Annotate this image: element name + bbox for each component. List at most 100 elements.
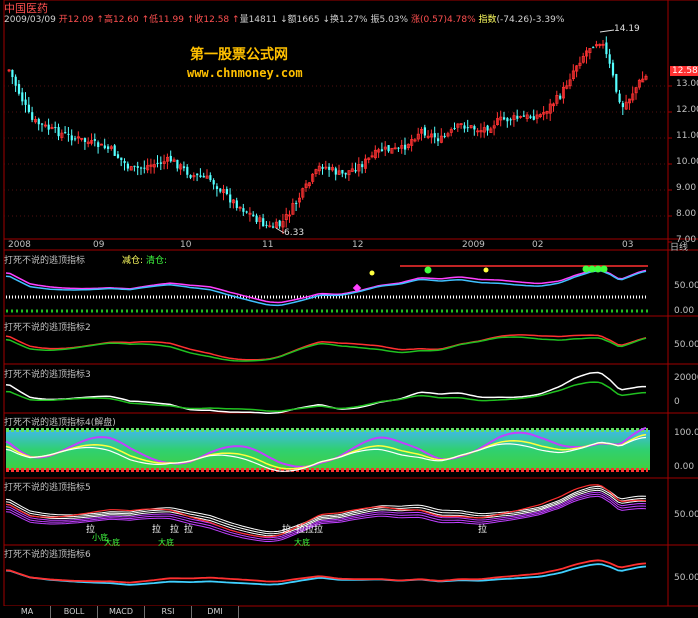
time-axis-label: 12 — [352, 240, 364, 250]
panel-axis-label: 100.00 — [674, 428, 698, 438]
candle-body — [387, 145, 390, 152]
candle-body — [321, 166, 324, 169]
panel-title: 打死不说的逃顶指标4(解盘) — [4, 418, 116, 428]
candle-body — [21, 92, 24, 102]
quote-high: 12.60 — [112, 15, 139, 25]
quote-amplitude: 5.03% — [379, 15, 409, 25]
panel-axis-label: 50.00 — [674, 281, 698, 291]
signal-label: 拉 — [170, 525, 180, 535]
panel-title: 打死不说的逃顶指标 — [4, 256, 86, 266]
signal-dot — [483, 267, 489, 273]
candle-body — [199, 175, 202, 177]
candle-body — [245, 211, 248, 213]
candle-body — [466, 127, 469, 129]
tab-boll[interactable]: BOLL — [51, 606, 98, 618]
candle-body — [196, 173, 199, 176]
signal-dot — [424, 266, 432, 274]
candle-body — [47, 124, 50, 130]
tab-macd[interactable]: MACD — [98, 606, 145, 618]
panel-axis-label: 50.00 — [674, 510, 698, 520]
candle-body — [212, 180, 215, 185]
tab-ma[interactable]: MA — [4, 606, 51, 618]
candle-body — [611, 62, 615, 76]
candle-body — [341, 169, 344, 174]
candle-body — [235, 200, 238, 208]
candle-body — [11, 69, 14, 78]
candle-body — [93, 139, 96, 141]
price-axis-label: 9.00 — [676, 183, 697, 193]
candle-body — [31, 112, 34, 120]
candle-body — [443, 135, 446, 138]
candle-body — [255, 215, 258, 223]
price-axis-label: 10.00 — [676, 157, 698, 167]
candle-body — [186, 166, 189, 175]
panel4-gradient-band — [6, 430, 650, 470]
candle-body — [27, 104, 30, 112]
candle-body — [123, 160, 126, 164]
candle-body — [334, 168, 337, 175]
tab-dmi[interactable]: DMI — [192, 606, 239, 618]
candle-body — [380, 149, 384, 152]
period-label[interactable]: 日线 — [670, 240, 688, 253]
candle-body — [397, 147, 400, 149]
last-price-tag: 12.58 — [670, 66, 698, 76]
signal-dot — [369, 270, 375, 276]
signal-label: 大底 — [158, 538, 174, 547]
time-axis-label: 11 — [262, 240, 274, 250]
candle-body — [140, 167, 143, 169]
quote-open: 12.09 — [67, 15, 94, 25]
time-axis-label: 09 — [93, 240, 105, 250]
candle-body — [433, 133, 436, 138]
panel5-fan-line — [5, 491, 647, 539]
panel-extra-reduce: 减仓: — [122, 256, 144, 266]
panel-axis-label: 0 — [674, 397, 680, 407]
high-annotation: 14.19 — [614, 24, 640, 34]
signal-label: 大底 — [294, 538, 310, 547]
candle-body — [225, 188, 228, 195]
signal-label: 大底 — [104, 538, 120, 547]
candle-body — [516, 115, 519, 119]
low-annotation: 6.33 — [284, 228, 305, 238]
candle-body — [272, 226, 275, 228]
candle-body — [41, 123, 44, 125]
panel-axis-label: 0.00 — [674, 306, 695, 316]
candle-body — [295, 202, 298, 204]
candle-body — [605, 42, 608, 55]
signal-dot — [600, 265, 608, 273]
candle-body — [506, 118, 509, 122]
candle-body — [265, 224, 268, 226]
candle-body — [103, 145, 106, 149]
signal-label: 拉 — [478, 525, 488, 535]
signal-dot — [582, 265, 590, 273]
candle-body — [116, 154, 120, 158]
candle-body — [463, 125, 466, 129]
candle-body — [328, 166, 331, 170]
candle-body — [615, 74, 618, 92]
quote-low: 11.99 — [158, 15, 184, 25]
price-axis-label: 12.00 — [676, 105, 698, 115]
candle-body — [278, 220, 281, 227]
candle-body — [126, 163, 129, 169]
chart-canvas[interactable] — [0, 0, 698, 618]
panel-title: 打死不说的逃顶指标2 — [4, 323, 91, 333]
panel-axis-label: 0.00 — [674, 462, 695, 472]
candle-body — [592, 47, 595, 49]
panel-axis-label: 50.00 — [674, 573, 698, 583]
panel-extra-clear: 清仓: — [146, 256, 168, 266]
panel2-red-line — [5, 334, 647, 361]
watermark-title: 第一股票公式网 — [190, 47, 288, 63]
candle-body — [202, 175, 205, 178]
signal-dot — [594, 265, 602, 273]
time-axis-label: 10 — [180, 240, 192, 250]
candle-body — [361, 164, 364, 168]
candle-body — [473, 126, 476, 130]
time-axis-label: 03 — [622, 240, 634, 250]
candle-body — [608, 54, 611, 64]
quote-change: (0.57) — [419, 15, 448, 25]
candle-body — [156, 162, 159, 164]
watermark-url: www.chnmoney.com — [187, 66, 303, 80]
panel-title: 打死不说的逃顶指标3 — [4, 370, 91, 380]
candle-body — [113, 145, 116, 156]
tab-rsi[interactable]: RSI — [145, 606, 192, 618]
candle-body — [215, 186, 219, 189]
